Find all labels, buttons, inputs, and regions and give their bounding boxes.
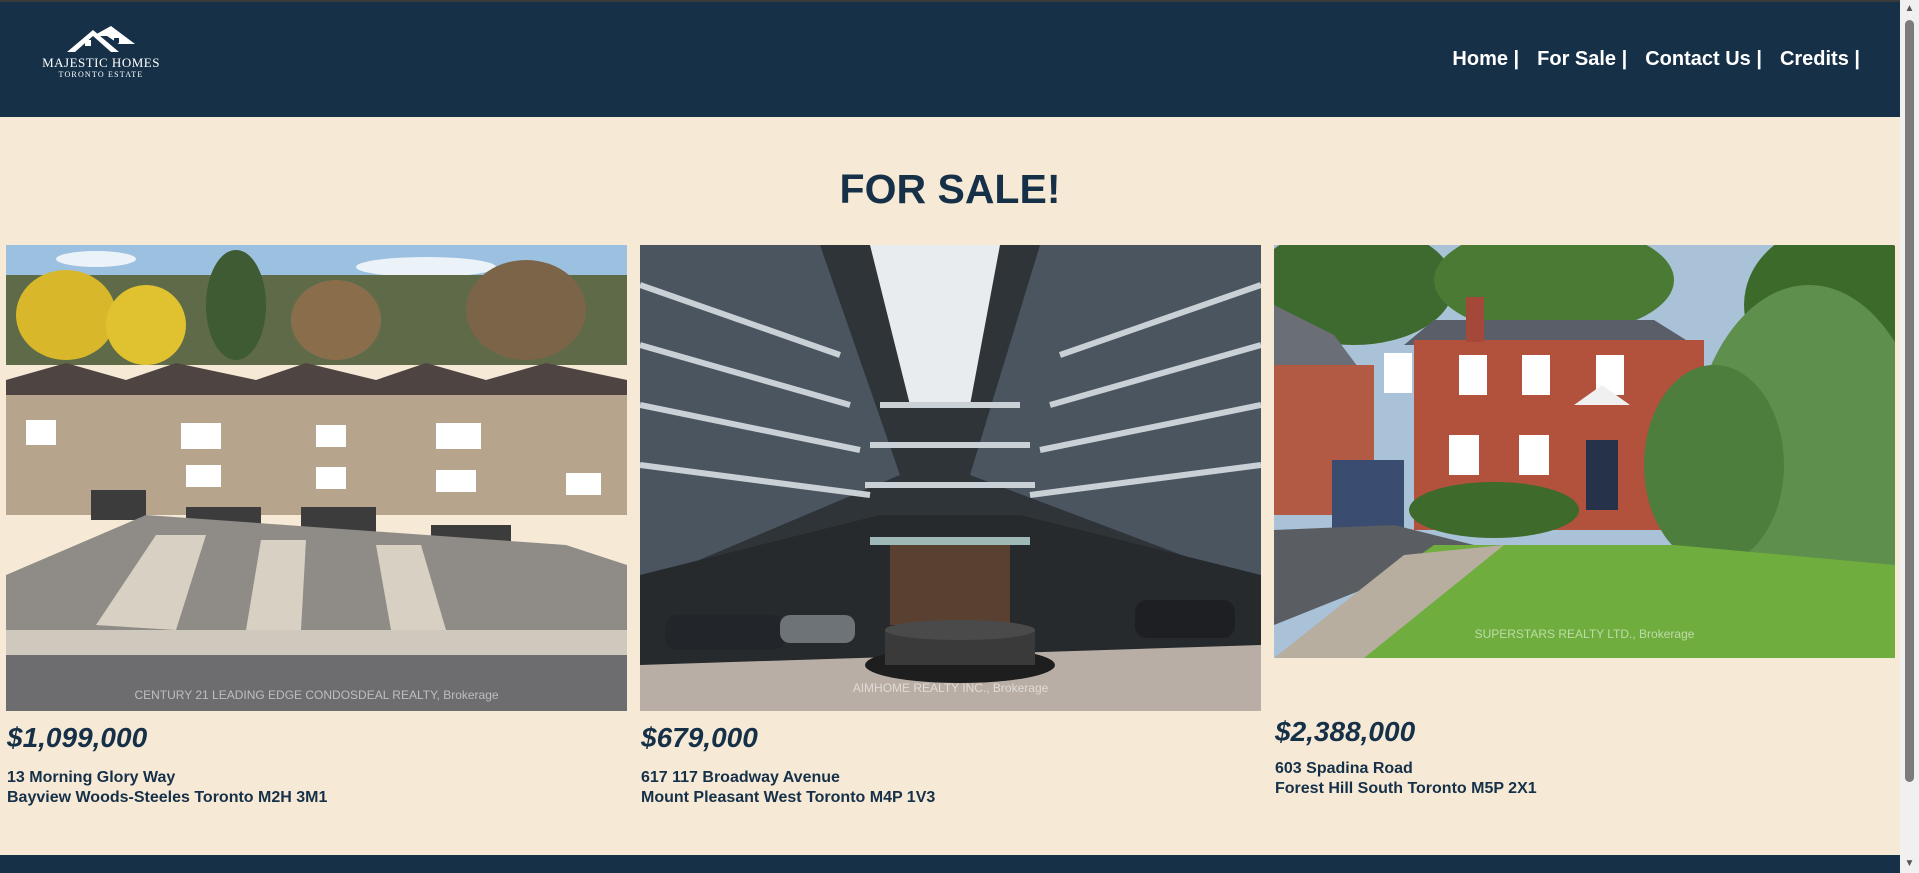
- nav-contact-us[interactable]: Contact Us |: [1645, 48, 1762, 71]
- page-title: FOR SALE!: [839, 166, 1061, 212]
- listing-photo-brick-house[interactable]: SUPERSTARS REALTY LTD., Brokerage: [1274, 245, 1895, 658]
- listing-card[interactable]: CENTURY 21 LEADING EDGE CONDOSDEAL REALT…: [6, 245, 627, 808]
- logo-name: MAJESTIC HOMES: [42, 55, 160, 70]
- condo-photo-image: [640, 245, 1261, 711]
- scroll-down-arrow-icon[interactable]: ▼: [1900, 855, 1919, 873]
- listing-photo-condo[interactable]: AIMHOME REALTY INC., Brokerage: [640, 245, 1261, 711]
- listing-address: 617 117 Broadway Avenue Mount Pleasant W…: [641, 768, 1261, 808]
- scrollbar-thumb[interactable]: [1905, 20, 1914, 782]
- photo-watermark: CENTURY 21 LEADING EDGE CONDOSDEAL REALT…: [134, 688, 499, 702]
- address-line-2: Mount Pleasant West Toronto M4P 1V3: [641, 789, 936, 806]
- listing-address: 603 Spadina Road Forest Hill South Toron…: [1275, 759, 1895, 799]
- nav-for-sale[interactable]: For Sale |: [1537, 48, 1627, 71]
- address-line-1: 603 Spadina Road: [1275, 760, 1413, 777]
- listing-address: 13 Morning Glory Way Bayview Woods-Steel…: [7, 768, 627, 808]
- address-line-1: 617 117 Broadway Avenue: [641, 769, 840, 786]
- listing-price: $679,000: [641, 722, 758, 753]
- address-line-1: 13 Morning Glory Way: [7, 769, 176, 786]
- listing-price: $2,388,000: [1275, 716, 1416, 747]
- site-footer-edge: [0, 855, 1900, 873]
- site-header: MAJESTIC HOMES TORONTO ESTATE Home | For…: [0, 2, 1900, 117]
- house-logo-icon: [67, 26, 135, 52]
- photo-watermark: SUPERSTARS REALTY LTD., Brokerage: [1474, 627, 1695, 641]
- site-logo[interactable]: MAJESTIC HOMES TORONTO ESTATE: [38, 26, 164, 86]
- vertical-scrollbar[interactable]: ▲ ▼: [1900, 0, 1919, 873]
- main-nav: Home | For Sale | Contact Us | Credits |: [1452, 48, 1860, 71]
- nav-home[interactable]: Home |: [1452, 48, 1519, 71]
- photo-watermark: AIMHOME REALTY INC., Brokerage: [852, 681, 1049, 695]
- address-line-2: Bayview Woods-Steeles Toronto M2H 3M1: [7, 789, 328, 806]
- address-line-2: Forest Hill South Toronto M5P 2X1: [1275, 780, 1537, 797]
- townhouse-photo-image: [6, 245, 627, 711]
- scroll-up-arrow-icon[interactable]: ▲: [1900, 0, 1919, 18]
- nav-credits[interactable]: Credits |: [1780, 48, 1860, 71]
- brick-house-photo-image: [1274, 245, 1895, 658]
- listing-card[interactable]: AIMHOME REALTY INC., Brokerage $679,000 …: [640, 245, 1261, 808]
- listing-price: $1,099,000: [7, 722, 148, 753]
- listing-card[interactable]: SUPERSTARS REALTY LTD., Brokerage $2,388…: [1274, 245, 1895, 799]
- logo-subtitle: TORONTO ESTATE: [58, 70, 144, 79]
- listing-photo-townhouses[interactable]: CENTURY 21 LEADING EDGE CONDOSDEAL REALT…: [6, 245, 627, 711]
